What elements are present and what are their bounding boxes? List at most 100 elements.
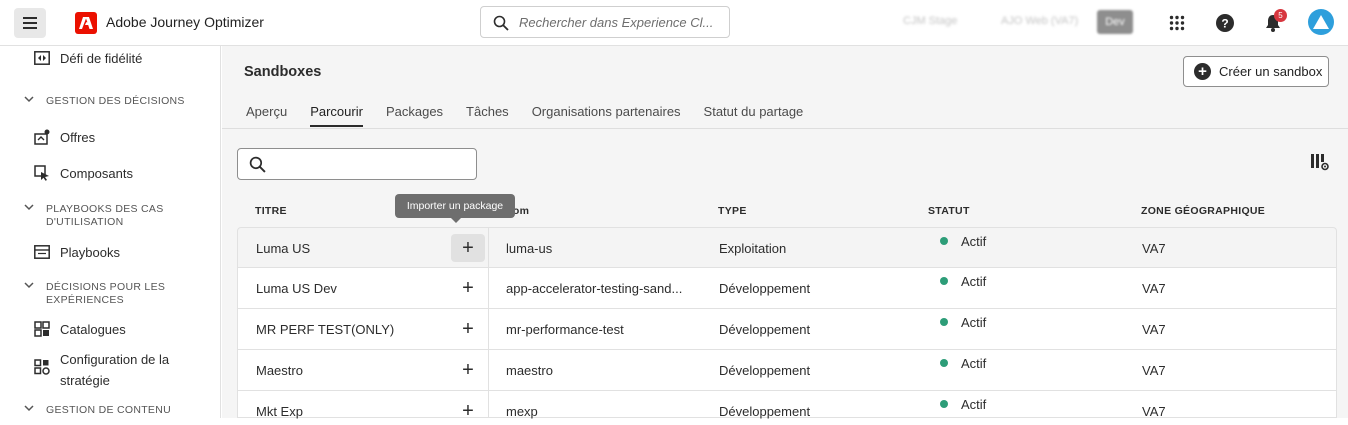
section-label-line2: EXPÉRIENCES [46, 294, 124, 306]
cell-region: VA7 [1142, 281, 1166, 296]
add-icon: + [462, 359, 474, 381]
import-package-button[interactable]: + [451, 234, 485, 262]
cell-region: VA7 [1142, 241, 1166, 256]
import-package-button[interactable]: + [451, 397, 485, 425]
status-active-dot [940, 237, 948, 245]
user-avatar[interactable] [1308, 9, 1334, 35]
org-name[interactable]: CJM Stage [903, 15, 957, 27]
section-label-line1: PLAYBOOKS DES CAS [46, 203, 164, 215]
global-search-input[interactable]: Rechercher dans Experience Cl... [480, 6, 730, 38]
sidebar-item-components[interactable]: Composants [33, 165, 133, 181]
tab-overview[interactable]: Aperçu [246, 104, 287, 128]
import-package-button[interactable]: + [451, 315, 485, 343]
column-divider [488, 309, 489, 349]
environment-badge: Dev [1097, 10, 1133, 34]
column-header-status[interactable]: STATUT [928, 205, 970, 217]
chevron-down-icon [24, 280, 38, 292]
column-divider [488, 350, 489, 390]
cell-name: luma-us [506, 241, 553, 256]
cell-type: Développement [719, 363, 811, 378]
add-icon: + [462, 237, 474, 259]
cell-name: app-accelerator-testing-sand... [506, 281, 683, 296]
tab-browse[interactable]: Parcourir [310, 104, 363, 128]
sidebar-item-playbooks[interactable]: Playbooks [33, 244, 120, 260]
tab-jobs[interactable]: Tâches [466, 104, 509, 128]
create-sandbox-button[interactable]: + Créer un sandbox [1183, 56, 1329, 87]
column-settings-icon[interactable] [1310, 152, 1330, 172]
sidebar-section-experience-decisions[interactable]: DÉCISIONS POUR LES EXPÉRIENCES [24, 281, 165, 307]
chevron-down-icon [24, 202, 38, 214]
sandbox-name[interactable]: AJO Web (VA7) [1001, 15, 1078, 27]
add-circle-icon: + [1194, 63, 1211, 80]
menu-icon[interactable] [14, 8, 46, 38]
cell-type: Développement [719, 281, 811, 296]
search-icon [249, 156, 266, 178]
column-header-title[interactable]: TITRE [255, 205, 287, 217]
sidebar-item-strategy-configuration[interactable]: Configuration de la stratégie [33, 349, 169, 391]
import-package-button[interactable]: + [451, 274, 485, 302]
add-icon: + [462, 318, 474, 340]
cell-status: Actif [961, 397, 987, 412]
table-search-input[interactable] [237, 148, 477, 180]
add-icon: + [462, 400, 474, 422]
create-sandbox-label: Créer un sandbox [1219, 64, 1323, 79]
sidebar-section-use-case-playbooks[interactable]: PLAYBOOKS DES CAS D'UTILISATION [24, 203, 164, 229]
help-icon[interactable]: ? [1214, 12, 1236, 34]
chevron-down-icon [24, 403, 38, 415]
sidebar-item-label: Catalogues [60, 321, 126, 337]
notification-count-badge: 5 [1274, 9, 1287, 22]
cell-title: Luma US [256, 241, 311, 256]
top-bar: Adobe Journey Optimizer Rechercher dans … [0, 0, 1348, 46]
section-label-line2: D'UTILISATION [46, 216, 124, 228]
add-icon: + [462, 277, 474, 299]
sidebar-item-loyalty-challenge[interactable]: Défi de fidélité [33, 50, 142, 66]
import-package-button[interactable]: + [451, 356, 485, 384]
column-header-type[interactable]: TYPE [718, 205, 747, 217]
column-header-region[interactable]: ZONE GÉOGRAPHIQUE [1141, 205, 1265, 217]
sidebar-item-offers[interactable]: Offres [33, 129, 95, 145]
section-label: GESTION DES DÉCISIONS [46, 95, 185, 107]
playbooks-icon [33, 244, 51, 260]
column-divider [488, 268, 489, 308]
sidebar-section-content-management[interactable]: GESTION DE CONTENU [24, 404, 171, 417]
sidebar-item-catalogs[interactable]: Catalogues [33, 321, 126, 337]
sidebar-section-decision-management[interactable]: GESTION DES DÉCISIONS [24, 95, 185, 108]
tab-sharing-status[interactable]: Statut du partage [704, 104, 804, 128]
main-content: Sandboxes + Créer un sandbox Aperçu Parc… [222, 46, 1348, 421]
cell-title: Luma US Dev [256, 281, 337, 296]
sidebar-item-label-line2: stratégie [60, 373, 110, 388]
cell-title: MR PERF TEST(ONLY) [256, 322, 395, 337]
offers-icon [33, 129, 51, 145]
table-row[interactable]: Luma US Dev + app-accelerator-testing-sa… [237, 268, 1337, 309]
tab-partner-organizations[interactable]: Organisations partenaires [532, 104, 681, 128]
app-title[interactable]: Adobe Journey Optimizer [106, 14, 264, 30]
cell-status: Actif [961, 274, 987, 289]
status-active-dot [940, 277, 948, 285]
catalogs-icon [33, 321, 51, 337]
table-row[interactable]: Mkt Exp + mexp Développement Actif VA7 [237, 391, 1337, 421]
cell-title: Mkt Exp [256, 404, 303, 419]
sidebar-item-label-line1: Configuration de la [60, 352, 170, 367]
apps-grid-icon[interactable] [1166, 12, 1188, 34]
cell-region: VA7 [1142, 363, 1166, 378]
table-row[interactable]: Maestro + maestro Développement Actif VA… [237, 350, 1337, 391]
cell-name: maestro [506, 363, 553, 378]
cell-type: Développement [719, 404, 811, 419]
table-row[interactable]: MR PERF TEST(ONLY) + mr-performance-test… [237, 309, 1337, 350]
page-title: Sandboxes [244, 64, 322, 80]
adobe-logo-icon[interactable] [75, 12, 97, 34]
status-active-dot [940, 359, 948, 367]
components-icon [33, 165, 51, 181]
sidebar-item-label: Offres [60, 129, 96, 145]
table-row[interactable]: Luma US + luma-us Exploitation Actif VA7 [237, 227, 1337, 268]
tab-bar: Aperçu Parcourir Packages Tâches Organis… [246, 104, 826, 128]
section-label-line1: DÉCISIONS POUR LES [46, 281, 166, 293]
cell-name: mr-performance-test [506, 322, 624, 337]
cell-title: Maestro [256, 363, 303, 378]
section-label: GESTION DE CONTENU [46, 404, 171, 416]
column-divider [488, 228, 489, 268]
cell-name: mexp [506, 404, 538, 419]
cell-status: Actif [961, 315, 987, 330]
tab-packages[interactable]: Packages [386, 104, 443, 128]
status-active-dot [940, 318, 948, 326]
